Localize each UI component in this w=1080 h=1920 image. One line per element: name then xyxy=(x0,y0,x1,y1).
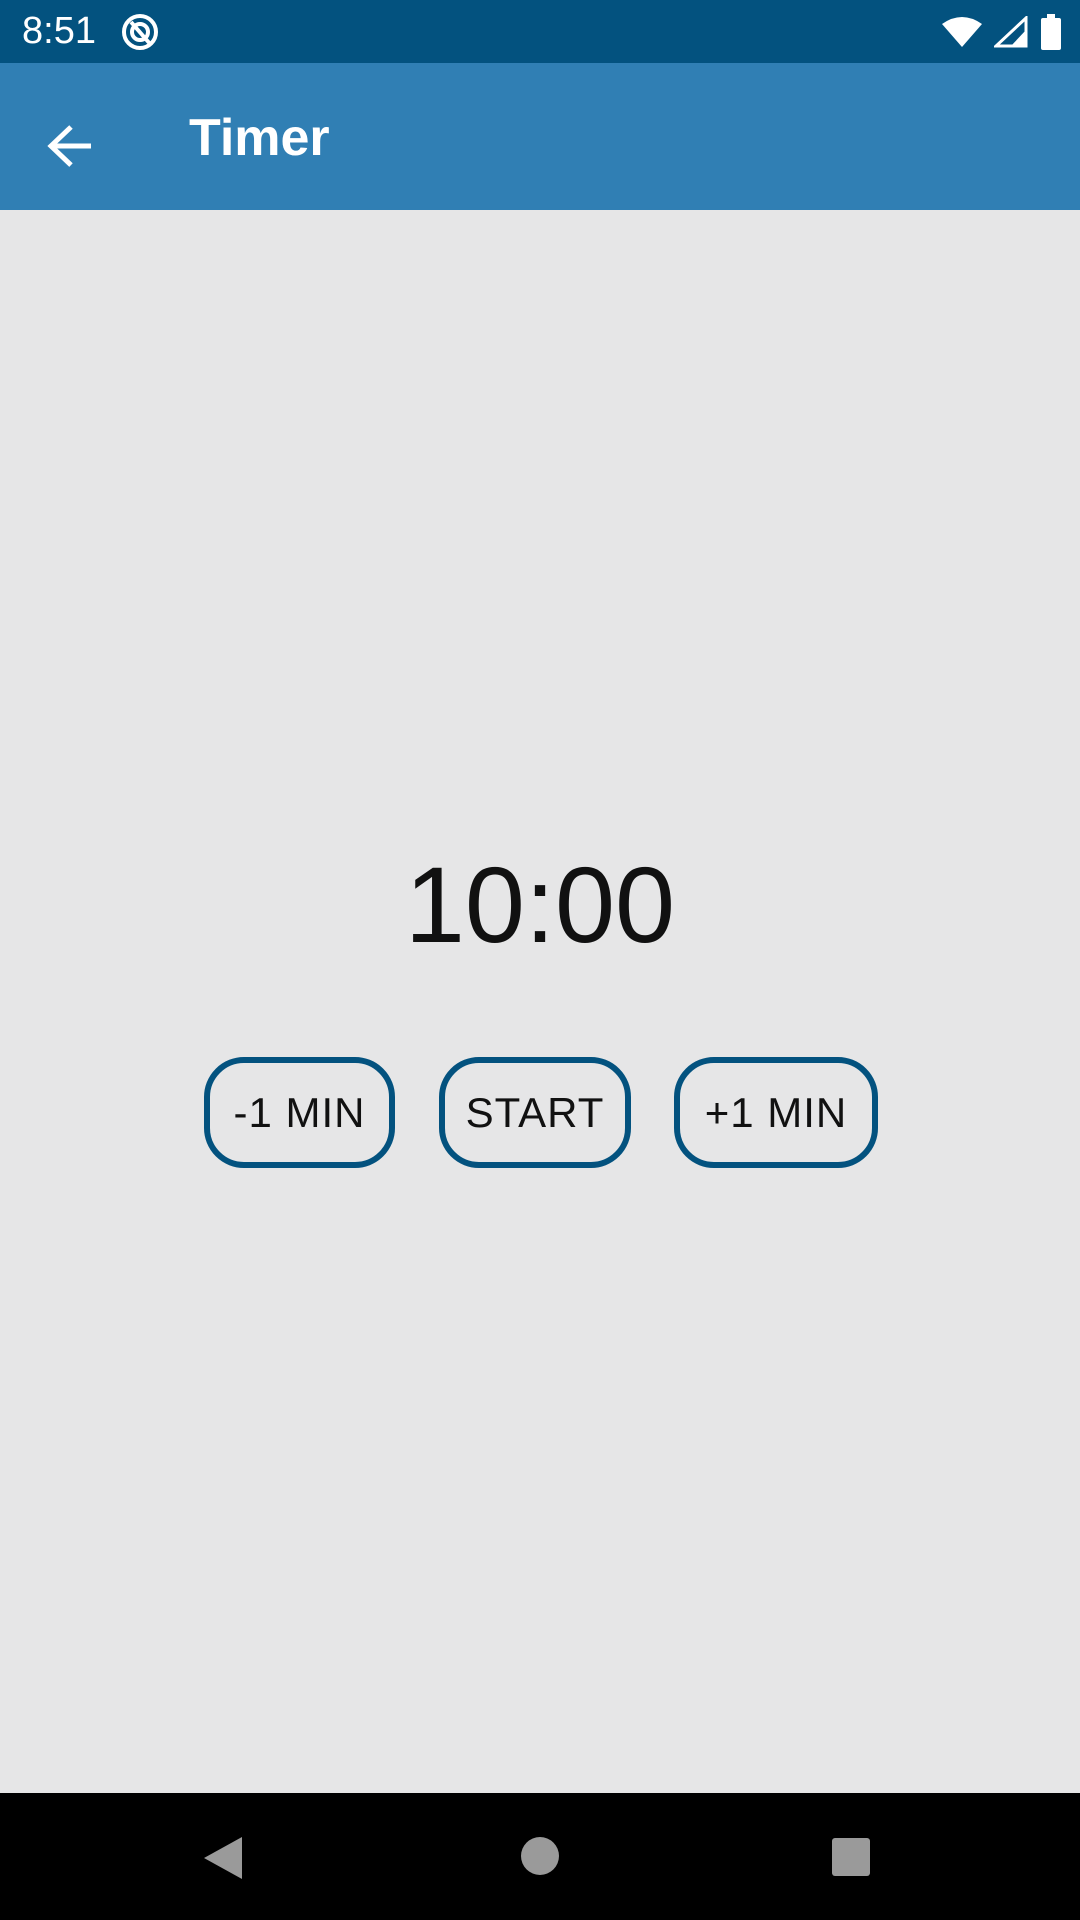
nav-home-circle-icon[interactable] xyxy=(520,1836,560,1881)
start-button[interactable]: START xyxy=(439,1057,631,1168)
minus-one-minute-button[interactable]: -1 MIN xyxy=(204,1057,395,1168)
timer-screen: 8:51 Timer 10:00 -1 MIN START +1 MIN xyxy=(0,0,1080,1920)
nav-back-triangle-icon[interactable] xyxy=(202,1835,244,1886)
app-bar: Timer xyxy=(0,63,1080,210)
status-bar: 8:51 xyxy=(0,0,1080,63)
nav-recents-square-icon[interactable] xyxy=(831,1837,871,1882)
page-title: Timer xyxy=(189,109,330,167)
arrow-left-icon xyxy=(47,124,95,173)
start-label: START xyxy=(465,1088,605,1136)
timer-display: 10:00 xyxy=(404,844,676,965)
system-nav-bar xyxy=(0,1793,1080,1920)
cell-signal-icon xyxy=(994,16,1028,48)
plus-one-minute-label: +1 MIN xyxy=(704,1088,848,1136)
battery-icon xyxy=(1040,14,1062,50)
status-icons xyxy=(942,13,1062,51)
vpn-shield-icon xyxy=(120,12,160,52)
wifi-icon xyxy=(942,16,982,48)
minus-one-minute-label: -1 MIN xyxy=(233,1088,366,1136)
plus-one-minute-button[interactable]: +1 MIN xyxy=(674,1057,878,1168)
status-time: 8:51 xyxy=(22,10,96,52)
back-button[interactable] xyxy=(26,103,116,193)
